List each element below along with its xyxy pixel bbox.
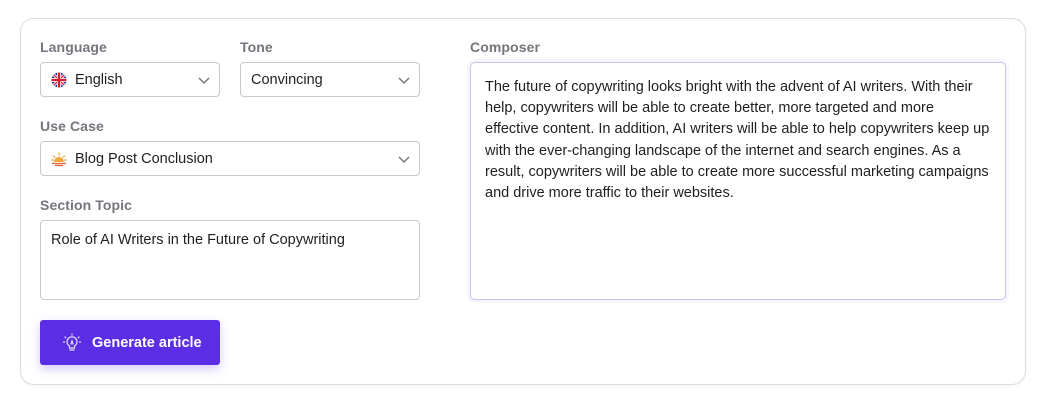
language-select[interactable]: English [40,62,220,97]
chevron-down-icon [398,156,410,163]
use-case-label: Use Case [40,118,104,134]
language-label: Language [40,39,107,55]
composer-label: Composer [470,39,541,55]
chevron-down-icon [198,77,210,84]
sunrise-icon [51,151,67,167]
section-topic-input[interactable]: Role of AI Writers in the Future of Copy… [40,220,420,300]
section-topic-label: Section Topic [40,197,133,213]
use-case-value: Blog Post Conclusion [75,150,213,167]
generate-article-label: Generate article [92,334,202,351]
tone-label: Tone [240,39,273,55]
composer-textarea[interactable]: The future of copywriting looks bright w… [470,62,1006,300]
generate-article-button[interactable]: Generate article [40,320,220,365]
use-case-select[interactable]: Blog Post Conclusion [40,141,420,176]
uk-flag-icon [51,72,67,88]
tone-select[interactable]: Convincing [240,62,420,97]
tone-value: Convincing [251,71,323,88]
lightbulb-icon [62,332,82,353]
chevron-down-icon [398,77,410,84]
